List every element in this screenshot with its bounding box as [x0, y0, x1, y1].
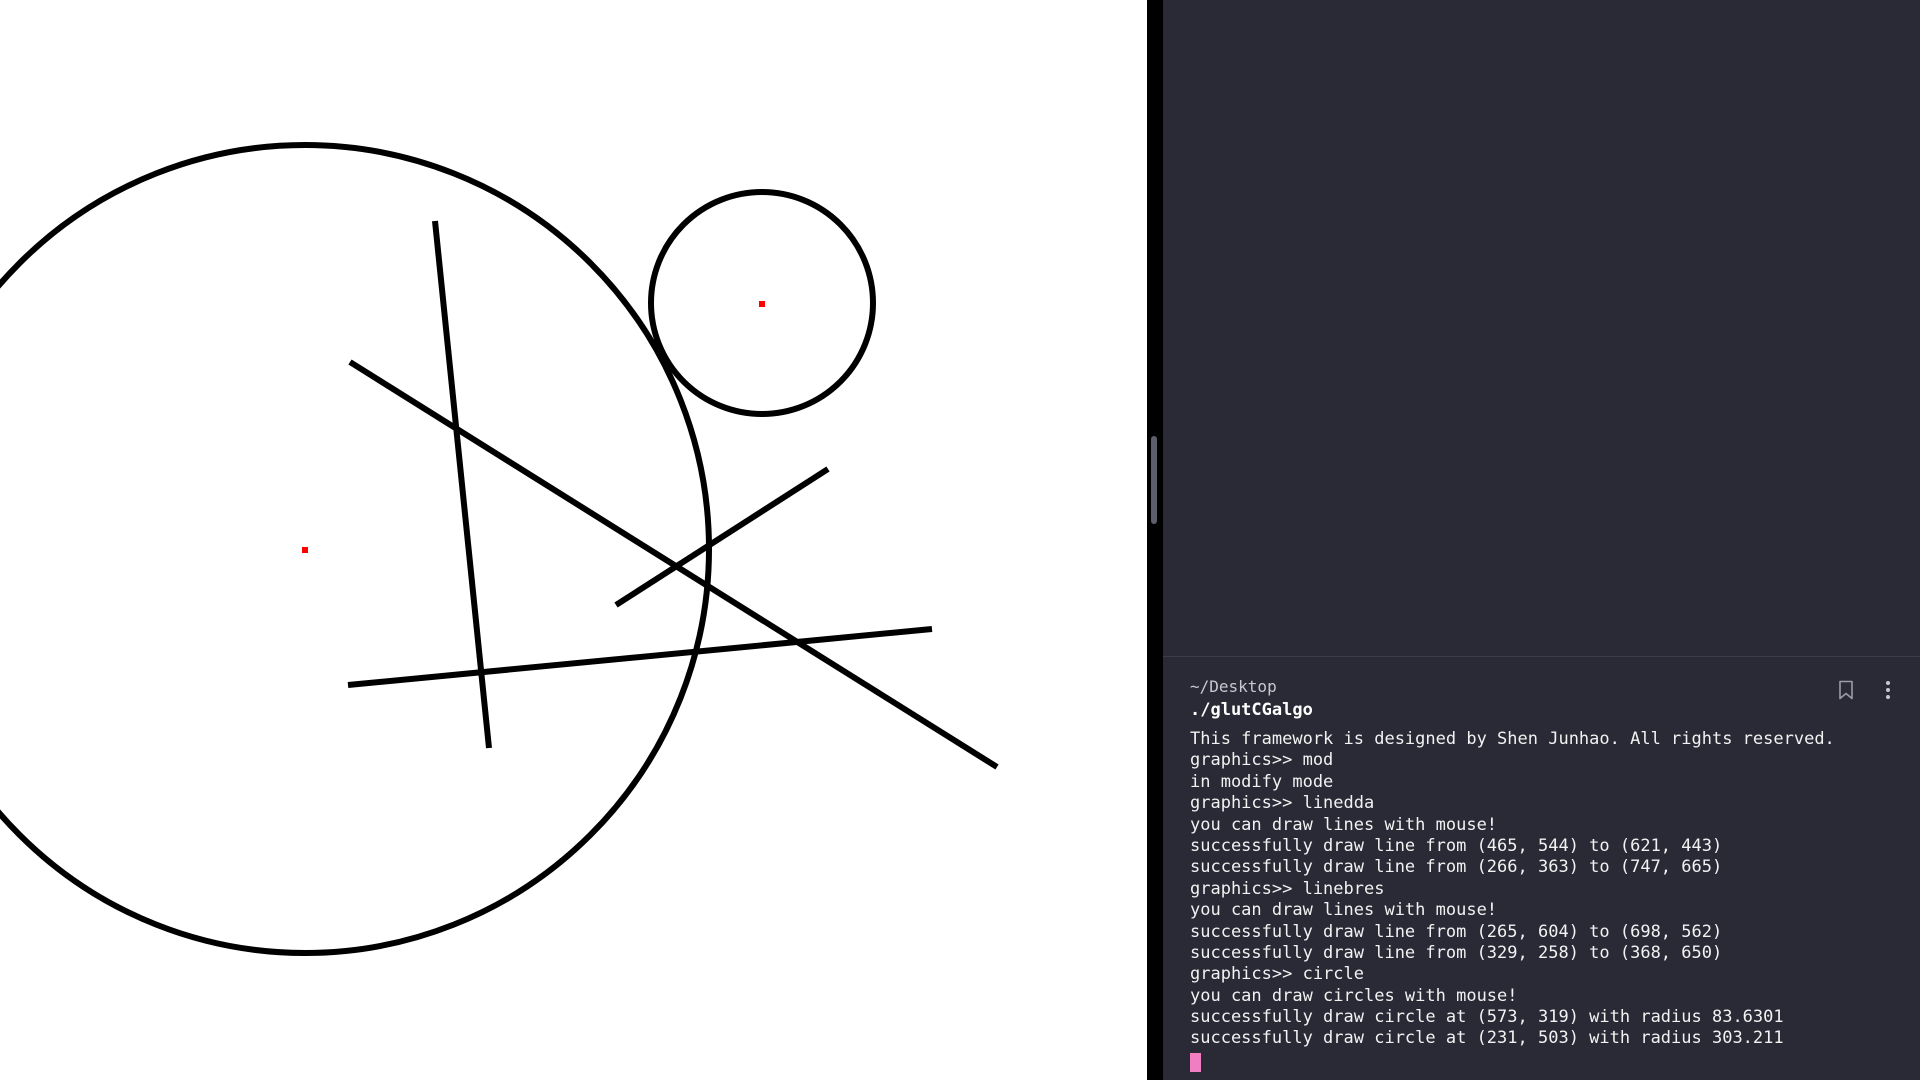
- terminal-pane[interactable]: ~/Desktop ./glutCGalgo This framework is…: [1163, 0, 1920, 1080]
- output-line: This framework is designed by Shen Junha…: [1190, 729, 1835, 749]
- executed-command: ./glutCGalgo: [1190, 700, 1313, 720]
- output-line: you can draw circles with mouse!: [1190, 985, 1518, 1006]
- line-segment-short-diagonal: [614, 466, 830, 608]
- current-directory: ~/Desktop: [1190, 677, 1277, 696]
- terminal-output: This framework is designed by Shen Junha…: [1190, 729, 1890, 1050]
- terminal-command-block: ~/Desktop ./glutCGalgo This framework is…: [1190, 676, 1890, 1072]
- output-line: you can draw lines with mouse!: [1190, 814, 1498, 835]
- terminal-separator: [1163, 656, 1920, 657]
- output-line: graphics>> linedda: [1190, 793, 1375, 814]
- output-line: successfully draw line from (465, 544) t…: [1190, 835, 1723, 856]
- output-line: in modify mode: [1190, 771, 1334, 792]
- large-circle-center-marker: [302, 547, 308, 553]
- output-line: successfully draw line from (329, 258) t…: [1190, 942, 1723, 963]
- output-line: successfully draw circle at (573, 319) w…: [1190, 1007, 1784, 1028]
- glut-drawing-canvas[interactable]: [0, 0, 1147, 1080]
- large-circle: [0, 142, 712, 956]
- output-line: successfully draw line from (265, 604) t…: [1190, 921, 1723, 942]
- output-line: you can draw lines with mouse!: [1190, 900, 1498, 921]
- app-root: ~/Desktop ./glutCGalgo This framework is…: [0, 0, 1920, 1080]
- line-segment-near-horizontal: [347, 626, 933, 688]
- output-line: graphics>> circle: [1190, 964, 1364, 985]
- terminal-input-cursor[interactable]: [1190, 1052, 1201, 1072]
- canvas-svg[interactable]: [0, 0, 1147, 1080]
- line-segment-long-diagonal: [348, 359, 999, 770]
- output-line: graphics>> linebres: [1190, 878, 1385, 899]
- output-line: successfully draw line from (266, 363) t…: [1190, 857, 1723, 878]
- output-line: graphics>> mod: [1190, 750, 1334, 771]
- output-line: successfully draw circle at (231, 503) w…: [1190, 1028, 1784, 1049]
- small-circle-center-marker: [759, 301, 765, 307]
- split-divider: [1147, 0, 1163, 1080]
- line-segment-near-vertical: [432, 220, 492, 749]
- split-drag-handle[interactable]: [1151, 436, 1157, 524]
